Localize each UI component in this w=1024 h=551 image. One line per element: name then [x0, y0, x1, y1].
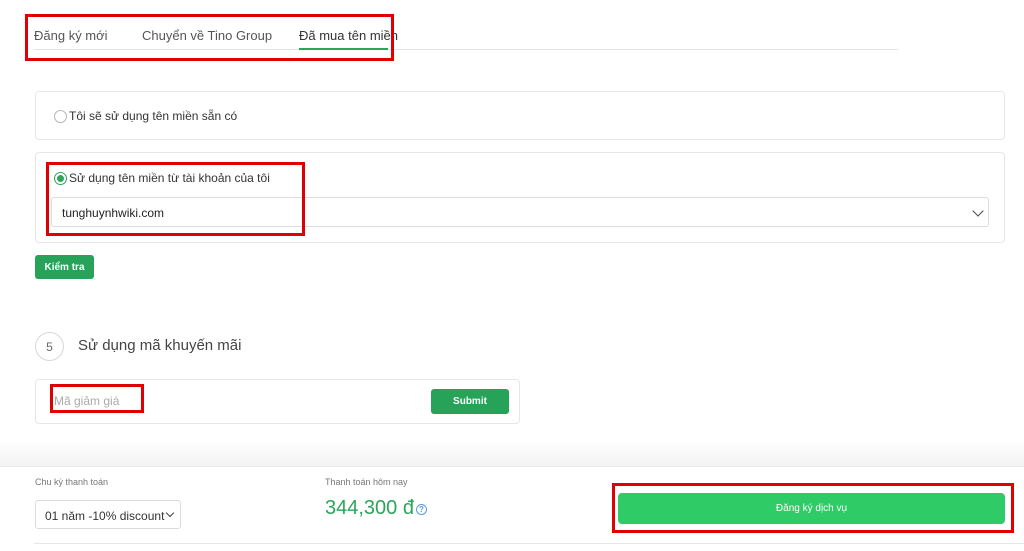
radio-account-domain[interactable]	[54, 172, 67, 185]
option-existing-domain[interactable]: Tôi sẽ sử dụng tên miền sẵn có	[35, 91, 1005, 140]
tab-purchased-domain[interactable]: Đã mua tên miền	[299, 28, 398, 43]
info-icon[interactable]: ?	[416, 504, 427, 515]
option-existing-domain-label: Tôi sẽ sử dụng tên miền sẵn có	[69, 109, 238, 123]
domain-select[interactable]: tunghuynhwiki.com	[51, 197, 989, 227]
total-price: 344,300 đ	[325, 497, 414, 519]
pay-today-label: Thanh toán hôm nay	[325, 477, 408, 487]
tab-transfer-domain[interactable]: Chuyển về Tino Group	[142, 28, 272, 43]
coupon-input[interactable]: Mã giảm giá	[54, 394, 142, 410]
option-account-domain-label: Sử dụng tên miền từ tài khoản của tôi	[69, 171, 270, 185]
billing-cycle-label: Chu kỳ thanh toán	[35, 477, 109, 487]
active-tab-indicator	[299, 48, 388, 50]
option-account-domain[interactable]: Sử dụng tên miền từ tài khoản của tôi tu…	[35, 152, 1005, 243]
billing-cycle-value: 01 năm -10% discount	[45, 509, 165, 523]
tab-register-new[interactable]: Đăng ký mới	[34, 28, 108, 43]
domain-tabs: Đăng ký mới Chuyển về Tino Group Đã mua …	[34, 22, 898, 50]
footer-shadow	[0, 440, 1024, 468]
coupon-submit-button[interactable]: Submit	[431, 389, 509, 414]
chevron-down-icon	[165, 508, 175, 518]
step-number: 5	[35, 332, 64, 361]
divider	[34, 543, 1024, 544]
domain-select-value: tunghuynhwiki.com	[62, 206, 165, 220]
chevron-down-icon	[972, 205, 984, 217]
radio-existing-domain[interactable]	[54, 110, 67, 123]
check-domain-button[interactable]: Kiểm tra	[35, 255, 94, 279]
register-service-button[interactable]: Đăng ký dịch vụ	[618, 493, 1005, 524]
billing-cycle-select[interactable]: 01 năm -10% discount	[35, 500, 181, 529]
promo-section-title: Sử dụng mã khuyến mãi	[78, 337, 242, 354]
